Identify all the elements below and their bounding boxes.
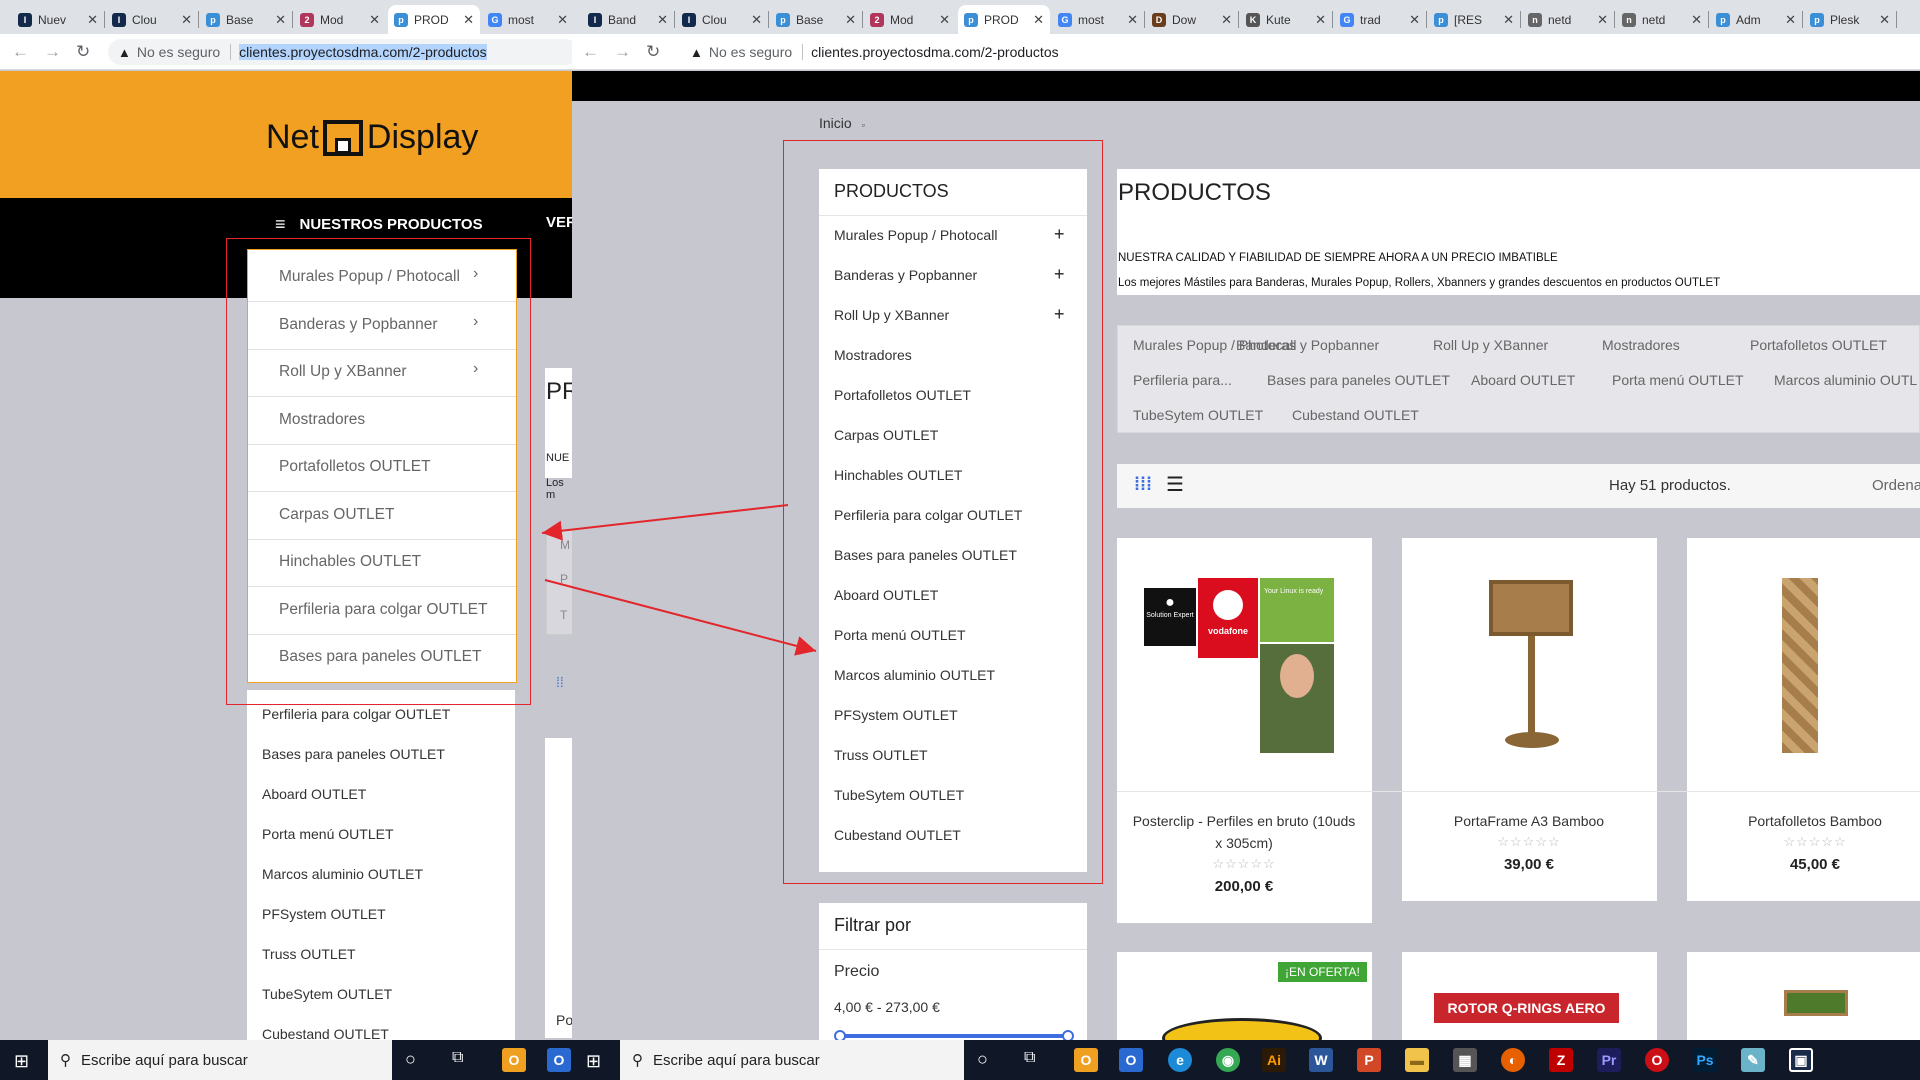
taskbar-search[interactable]: ⚲ Escribe aquí para buscar [48,1040,392,1080]
chrome-icon[interactable]: ◉ [1216,1048,1240,1072]
taskbar-search-placeholder: Escribe aquí para buscar [81,1051,248,1069]
outlook-s-icon[interactable]: O [547,1048,571,1072]
task-view-icon[interactable]: ⧉ [1024,1049,1035,1067]
word-icon[interactable]: W [1309,1048,1333,1072]
arrow-to-right [544,579,817,656]
taskbar-search-placeholder: Escribe aquí para buscar [653,1051,820,1069]
search-icon: ⚲ [632,1052,643,1069]
notes-icon[interactable]: ✎ [1741,1048,1765,1072]
arrow-to-left [541,504,789,541]
photoshop-icon[interactable]: Ps [1693,1048,1717,1072]
outlook-s-icon[interactable]: O [1119,1048,1143,1072]
cortana-icon[interactable]: ○ [405,1049,416,1070]
opera-icon[interactable]: O [1645,1048,1669,1072]
search-icon: ⚲ [60,1052,71,1069]
filezilla-icon[interactable]: Z [1549,1048,1573,1072]
powerpoint-icon[interactable]: P [1357,1048,1381,1072]
taskbar-right: ⊞ ⚲ Escribe aquí para buscar ○ ⧉ O O e ◉… [572,1040,1920,1080]
premiere-icon[interactable]: Pr [1597,1048,1621,1072]
outlook-icon[interactable]: O [1074,1048,1098,1072]
cortana-icon[interactable]: ○ [977,1049,988,1070]
taskbar-search[interactable]: ⚲ Escribe aquí para buscar [620,1040,964,1080]
edge-icon[interactable]: e [1168,1048,1192,1072]
language-icon[interactable]: ▦ [1453,1048,1477,1072]
windows-start-icon[interactable]: ⊞ [586,1051,601,1072]
task-view-icon[interactable]: ⧉ [452,1049,463,1067]
file-explorer-icon[interactable]: ▬ [1405,1048,1429,1072]
windows-start-icon[interactable]: ⊞ [14,1051,29,1072]
annotation-arrows [541,504,817,656]
firefox-icon[interactable]: ◐ [1501,1048,1525,1072]
outlook-icon[interactable]: O [502,1048,526,1072]
illustrator-icon[interactable]: Ai [1262,1048,1286,1072]
app-icon[interactable]: ▣ [1789,1048,1813,1072]
taskbar-left: ⊞ ⚲ Escribe aquí para buscar ○ ⧉ O O [0,1040,572,1080]
